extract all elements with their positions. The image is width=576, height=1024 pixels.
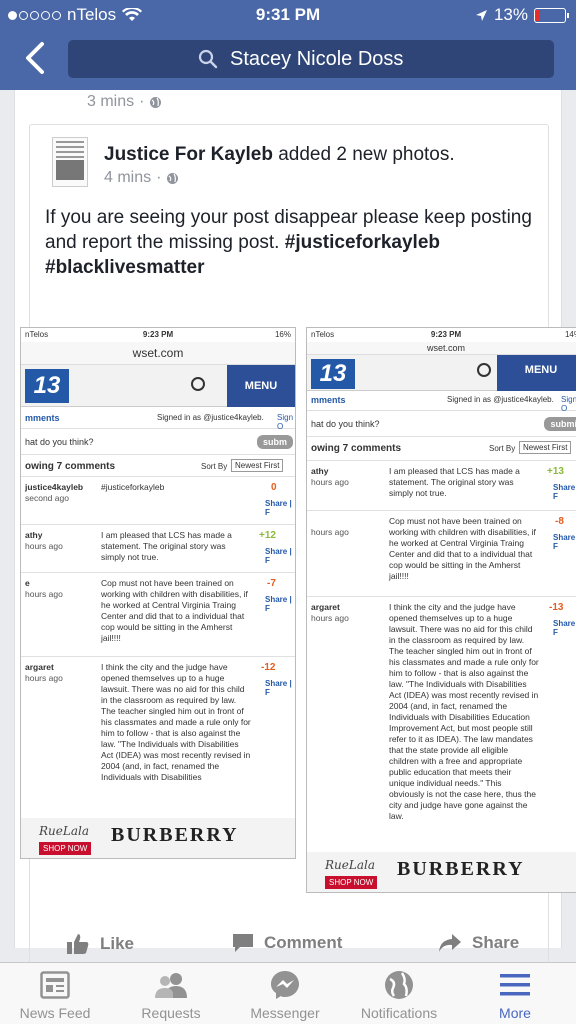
comment-row: hours ago Cop must not have been trained…	[307, 511, 576, 597]
page-avatar[interactable]	[52, 137, 88, 187]
globe-icon	[150, 96, 162, 108]
photo-right[interactable]: nTelos 9:23 PM 14% wset.com 13 MENU mmen…	[306, 327, 576, 893]
comment-button[interactable]: Comment	[232, 933, 342, 953]
tab-requests[interactable]: Requests	[116, 969, 226, 1021]
site-header: 13 MENU	[307, 355, 576, 391]
tab-news-feed[interactable]: News Feed	[0, 969, 110, 1021]
search-icon	[477, 363, 491, 377]
search-bar[interactable]: Stacey Nicole Doss	[68, 40, 554, 78]
tab-messenger[interactable]: Messenger	[230, 969, 340, 1021]
page-name-link[interactable]: Justice For Kayleb	[104, 144, 273, 165]
shared-post-time[interactable]: 4 mins	[104, 169, 151, 187]
wset-logo: 13	[25, 369, 69, 403]
post-action-text: added 2 new photos.	[278, 144, 455, 165]
post-meta: 3 mins ·	[87, 93, 162, 111]
news-feed-icon	[40, 971, 70, 999]
friends-icon	[155, 973, 187, 998]
url-bar: wset.com	[21, 342, 295, 365]
post-text: If you are seeing your post disappear pl…	[45, 207, 532, 278]
hashtag-link[interactable]: #blacklivesmatter	[45, 257, 205, 278]
menu-label: MENU	[227, 365, 295, 407]
comment-row: athy hours ago I am pleased that LCS has…	[307, 461, 576, 511]
shared-post-meta: 4 mins ·	[104, 169, 179, 187]
share-button[interactable]: Share	[438, 933, 519, 953]
comment-row: argaret hours ago I think the city and t…	[25, 662, 292, 782]
battery-percent: 13%	[493, 5, 528, 24]
menu-label: MENU	[497, 355, 576, 391]
ad-banner: RueLala SHOP NOW BURBERRY	[307, 852, 576, 892]
share-arrow-icon	[439, 934, 461, 952]
battery-icon	[534, 7, 569, 23]
like-button[interactable]: Like	[66, 933, 134, 955]
url-bar: wset.com	[307, 342, 576, 355]
tab-bar: News Feed Requests Messenger Notificatio…	[0, 962, 576, 1024]
tab-more[interactable]: More	[460, 969, 570, 1021]
comment-icon	[233, 934, 253, 952]
status-bar: nTelos 9:31 PM 13%	[0, 0, 576, 30]
search-icon	[198, 49, 218, 69]
search-icon	[191, 377, 205, 391]
back-arrow-icon[interactable]	[22, 41, 48, 75]
wset-logo: 13	[311, 359, 355, 389]
search-text: Stacey Nicole Doss	[230, 48, 404, 70]
site-header: 13 MENU	[21, 365, 295, 407]
messenger-icon	[271, 971, 299, 999]
comment-row: justice4kayleb second ago #justiceforkay…	[21, 477, 295, 525]
menu-icon	[500, 974, 530, 996]
ad-banner: RueLala SHOP NOW BURBERRY	[21, 818, 295, 858]
thumbs-up-icon	[67, 934, 89, 954]
comment-row: athy hours ago I am pleased that LCS has…	[21, 525, 295, 573]
comment-row: e hours ago Cop must not have been train…	[21, 573, 295, 657]
feed-post: 3 mins · Justice For Kayleb added 2 new …	[14, 90, 576, 970]
top-bar: nTelos 9:31 PM 13% Stacey Nicole Doss	[0, 0, 576, 90]
location-icon	[475, 9, 487, 21]
tab-notifications[interactable]: Notifications	[344, 969, 454, 1021]
globe-icon	[385, 971, 413, 999]
post-time[interactable]: 3 mins	[87, 93, 134, 111]
shared-post: Justice For Kayleb added 2 new photos. 4…	[20, 124, 576, 970]
globe-icon	[167, 172, 179, 184]
photo-left[interactable]: nTelos 9:23 PM 16% wset.com 13 MENU mmen…	[20, 327, 296, 859]
hashtag-link[interactable]: #justiceforkayleb	[285, 232, 440, 253]
comment-row: argaret hours ago I think the city and t…	[311, 602, 576, 821]
post-header: Justice For Kayleb added 2 new photos.	[104, 144, 455, 166]
